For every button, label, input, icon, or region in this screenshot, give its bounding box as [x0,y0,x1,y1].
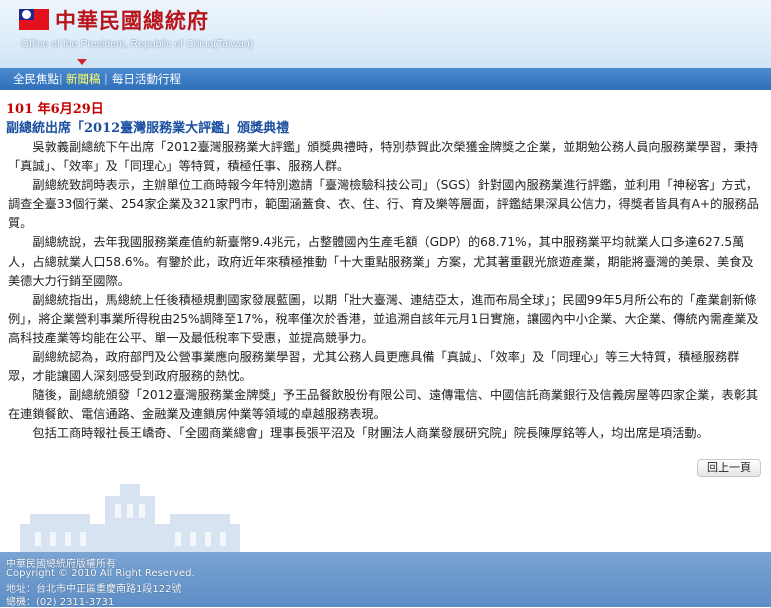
presidential-building-watermark-icon [20,484,240,554]
article-headline: 副總統出席「2012臺灣服務業大評鑑」頒獎典禮 [6,121,290,136]
site-header: 中華民國總統府 Office of the President, Republi… [0,0,771,68]
article-paragraph: 吳敦義副總統下午出席「2012臺灣服務業大評鑑」頒獎典禮時，特別恭賀此次榮獲金牌… [8,140,759,174]
article-paragraph: 包括工商時報社長王嶠奇、「全國商業總會」理事長張平沼及「財團法人商業發展研究院」… [32,426,709,441]
article-paragraph: 副總統說，去年我國服務業產值約新臺幣9.4兆元，占整體國內生產毛額（GDP）的6… [8,235,754,288]
nav-item-focus[interactable]: 全民焦點 [13,71,59,87]
active-nav-indicator-icon [77,59,87,65]
main-nav: 全民焦點 | 新聞稿 | 每日活動行程 [0,68,771,90]
main-content: 101 年6月29日 副總統出席「2012臺灣服務業大評鑑」頒獎典禮 吳敦義副總… [0,92,771,554]
nav-item-daily-schedule[interactable]: 每日活動行程 [112,71,181,87]
article-paragraph: 隨後，副總統頒發「2012臺灣服務業金牌獎」予王品餐飲股份有限公司、遠傳電信、中… [8,388,759,422]
nav-item-press-release[interactable]: 新聞稿 [66,71,101,87]
nav-separator: | [59,72,63,85]
site-title[interactable]: 中華民國總統府 [55,5,209,35]
article-paragraph: 副總統致詞時表示，主辦單位工商時報今年特別邀請「臺灣檢驗科技公司」（SGS）針對… [8,178,759,231]
footer-copyright-en: Copyright © 2010 All Right Reserved. [6,568,195,579]
back-button[interactable]: 回上一頁 [697,459,761,477]
article-date: 101 年6月29日 [6,102,104,117]
roc-flag-icon [19,9,49,30]
nav-separator: | [104,72,108,85]
article-paragraph: 副總統指出，馬總統上任後積極規劃國家發展藍圖，以期「壯大臺灣、連結亞太，進而布局… [8,292,759,345]
site-footer: 中華民國總統府版權所有 Copyright © 2010 All Right R… [0,552,771,608]
site-subtitle: Office of the President, Republic of Chi… [21,38,254,50]
article-paragraph: 副總統認為，政府部門及公營事業應向服務業學習，尤其公務人員更應具備「真誠」、「效… [8,350,740,384]
footer-phone: 總機：(02) 2311-3731 [6,597,115,608]
article-body: 吳敦義副總統下午出席「2012臺灣服務業大評鑑」頒獎典禮時，特別恭賀此次榮獲金牌… [8,138,760,444]
